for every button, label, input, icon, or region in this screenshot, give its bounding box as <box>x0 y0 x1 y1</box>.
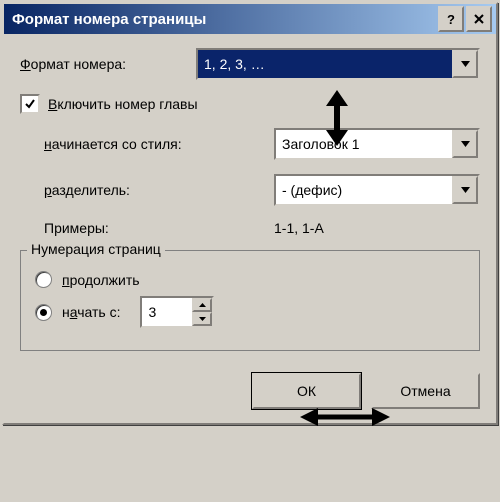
chevron-down-icon <box>461 187 470 193</box>
start-at-spinner[interactable]: 3 <box>140 296 214 328</box>
numbering-legend: Нумерация страниц <box>27 241 165 257</box>
start-at-label: начать с: <box>62 304 120 320</box>
include-chapter-label: Включить номер главы <box>48 96 198 112</box>
titlebar: Формат номера страницы ? <box>4 4 496 34</box>
chevron-down-icon <box>461 141 470 147</box>
chevron-down-icon <box>199 317 206 321</box>
help-button[interactable]: ? <box>438 6 464 32</box>
spinner-down-button[interactable] <box>192 312 212 326</box>
separator-value: - (дефис) <box>276 176 452 204</box>
close-icon <box>474 14 484 24</box>
start-at-radio[interactable] <box>35 304 52 321</box>
format-select-value: 1, 2, 3, … <box>198 50 452 78</box>
annotation-arrow-vertical <box>320 90 354 146</box>
format-label: Формат номера: <box>20 56 196 72</box>
continue-radio[interactable] <box>35 271 52 288</box>
dialog-content: Формат номера: 1, 2, 3, … Включить номер… <box>4 34 496 423</box>
starts-with-style-select[interactable]: Заголовок 1 <box>274 128 480 160</box>
spinner-up-button[interactable] <box>192 298 212 312</box>
dialog-page-number-format: Формат номера страницы ? Формат номера: … <box>2 2 498 425</box>
format-select[interactable]: 1, 2, 3, … <box>196 48 480 80</box>
dropdown-button[interactable] <box>452 50 478 78</box>
check-icon <box>24 98 36 110</box>
titlebar-buttons: ? <box>438 6 492 32</box>
dropdown-button[interactable] <box>452 176 478 204</box>
chevron-up-icon <box>199 303 206 307</box>
radio-dot-icon <box>40 309 47 316</box>
starts-with-style-label: начинается со стиля: <box>44 136 274 152</box>
annotation-arrow-horizontal <box>300 403 390 431</box>
dialog-footer: ОК Отмена <box>20 373 480 409</box>
chapter-options: начинается со стиля: Заголовок 1 раздели… <box>20 128 480 236</box>
include-chapter-checkbox[interactable] <box>20 94 40 114</box>
dropdown-button[interactable] <box>452 130 478 158</box>
numbering-groupbox: Нумерация страниц продолжить начать с: 3 <box>20 250 480 351</box>
examples-label: Примеры: <box>44 220 274 236</box>
starts-with-style-value: Заголовок 1 <box>276 130 452 158</box>
examples-value: 1-1, 1-A <box>274 220 324 236</box>
window-title: Формат номера страницы <box>12 11 206 28</box>
chevron-down-icon <box>461 61 470 67</box>
separator-select[interactable]: - (дефис) <box>274 174 480 206</box>
separator-label: разделитель: <box>44 182 274 198</box>
start-at-value: 3 <box>142 298 192 326</box>
continue-label: продолжить <box>62 272 140 288</box>
close-button[interactable] <box>466 6 492 32</box>
